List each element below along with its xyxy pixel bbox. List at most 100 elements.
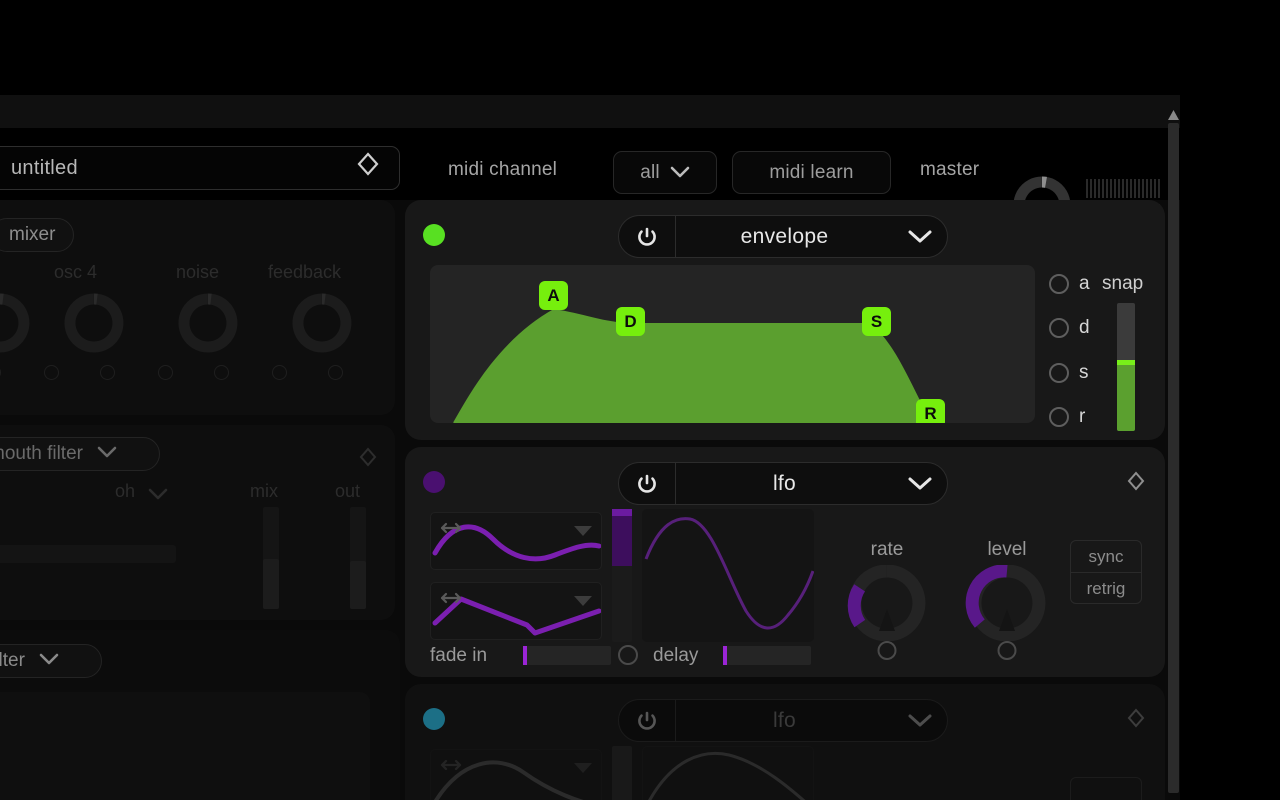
- radio-circle-icon: [1049, 407, 1069, 427]
- lfo-level-label: level: [987, 539, 1027, 560]
- lfo2-waveform-a-select[interactable]: [430, 749, 602, 800]
- preset-name: untitled: [11, 156, 78, 179]
- envelope-handle-sustain[interactable]: S: [862, 307, 891, 336]
- mouth-filter-title: mouth filter: [0, 443, 83, 464]
- mixer-knob-label-osc4: osc 4: [54, 262, 98, 282]
- lfo2-enable-dot[interactable]: [423, 708, 445, 730]
- envelope-handle-attack[interactable]: A: [539, 281, 568, 310]
- module-column: envelope A D S R a d s r snap lfo rate l…: [405, 200, 1165, 800]
- app-screen: untitled midi channel all midi learn mas…: [0, 0, 1280, 800]
- meter-row: [1086, 179, 1164, 198]
- lfo-waveform-b-select[interactable]: [430, 582, 602, 640]
- triangle-down-icon[interactable]: [573, 761, 593, 779]
- lfo-rate-label: rate: [870, 539, 904, 560]
- lfo-retrig-button[interactable]: retrig: [1071, 573, 1141, 603]
- lfo2-name: lfo: [772, 708, 797, 732]
- envelope-radio-a[interactable]: a: [1049, 273, 1090, 295]
- filter-graph[interactable]: [0, 692, 370, 800]
- envelope-side-controls: a d s r snap: [1045, 265, 1155, 431]
- vertical-scrollbar[interactable]: [1166, 107, 1182, 797]
- mouth-filter-xy-bar[interactable]: [0, 545, 176, 563]
- lfo-fade-in-label: fade in: [430, 645, 488, 666]
- radio-circle-icon: [1049, 363, 1069, 383]
- triangle-down-icon[interactable]: [573, 524, 593, 542]
- chevron-down-icon: [893, 229, 947, 244]
- lfo-waveform-preview[interactable]: [642, 509, 814, 642]
- lfo-fade-in-slider[interactable]: [523, 646, 611, 665]
- lfo-rate-knob[interactable]: rate: [845, 539, 929, 660]
- envelope-type-select[interactable]: envelope: [618, 215, 948, 258]
- preset-field[interactable]: untitled: [0, 146, 400, 190]
- module-envelope: envelope A D S R a d s r snap: [405, 200, 1165, 440]
- lfo-name: lfo: [772, 471, 797, 495]
- lfo-fade-in-mod-dot[interactable]: [618, 645, 638, 665]
- midi-learn-button[interactable]: midi learn: [732, 151, 891, 194]
- module-lfo: lfo rate level sync retrig fade in delay: [405, 447, 1165, 677]
- master-label: master: [920, 159, 980, 180]
- mixer-knob-row: [0, 285, 390, 360]
- envelope-radio-label-a: a: [1079, 273, 1090, 294]
- lfo2-stepper-icon[interactable]: [1127, 708, 1145, 734]
- midi-channel-value: all: [640, 161, 660, 183]
- filter-title: filter: [0, 650, 25, 671]
- envelope-graph[interactable]: A D S R: [430, 265, 1035, 423]
- lfo-delay-slider[interactable]: [723, 646, 811, 665]
- lfo2-waveform-preview[interactable]: [642, 746, 814, 800]
- lfo-type-select[interactable]: lfo: [618, 462, 948, 505]
- envelope-radio-d[interactable]: d: [1049, 317, 1090, 339]
- chevron-down-icon: [148, 487, 168, 505]
- preset-stepper-icon[interactable]: [357, 152, 379, 184]
- chevron-down-icon: [893, 713, 947, 728]
- radio-circle-icon: [1049, 318, 1069, 338]
- chevron-down-icon: [39, 652, 59, 670]
- mixer-title: mixer: [9, 224, 56, 245]
- left-right-arrows-icon[interactable]: [439, 521, 463, 540]
- envelope-handle-decay[interactable]: D: [616, 307, 645, 336]
- lfo-level-knob[interactable]: level: [965, 539, 1049, 660]
- mixer-card: mixer 3 osc 4 noise feedback: [0, 200, 395, 415]
- left-right-arrows-icon[interactable]: [439, 591, 463, 610]
- lfo-sync-retrig-group: sync retrig: [1070, 540, 1142, 604]
- module-lfo2: lfo: [405, 684, 1165, 800]
- envelope-handle-release[interactable]: R: [916, 399, 945, 423]
- envelope-radio-label-d: d: [1079, 317, 1090, 338]
- lfo2-type-select[interactable]: lfo: [618, 699, 948, 742]
- lfo-delay-label: delay: [653, 645, 699, 666]
- mouth-filter-title-pill[interactable]: mouth filter: [0, 437, 160, 471]
- lfo-enable-dot[interactable]: [423, 471, 445, 493]
- left-right-arrows-icon[interactable]: [439, 758, 463, 777]
- snap-slider[interactable]: [1117, 303, 1135, 431]
- lfo-stepper-icon[interactable]: [1127, 471, 1145, 497]
- midi-channel-select[interactable]: all: [613, 151, 717, 194]
- lfo-morph-fill: [612, 509, 632, 566]
- lfo-waveform-a-select[interactable]: [430, 512, 602, 570]
- snap-slider-fill: [1117, 363, 1135, 431]
- envelope-radio-r[interactable]: r: [1049, 406, 1085, 428]
- lfo-morph-slider[interactable]: [612, 509, 632, 642]
- power-icon[interactable]: [619, 700, 676, 741]
- window-titlebar[interactable]: [0, 95, 1180, 128]
- mouth-filter-card: mouth filter oh mix out: [0, 425, 395, 620]
- mouth-filter-out-slider[interactable]: [350, 507, 366, 609]
- filter-title-pill[interactable]: filter: [0, 644, 102, 678]
- plugin-window: untitled midi channel all midi learn mas…: [0, 95, 1180, 800]
- power-icon[interactable]: [619, 463, 676, 504]
- lfo2-morph-slider[interactable]: [612, 746, 632, 800]
- power-icon[interactable]: [619, 216, 676, 257]
- envelope-enable-dot[interactable]: [423, 224, 445, 246]
- mouth-filter-mix-slider[interactable]: [263, 507, 279, 609]
- triangle-down-icon[interactable]: [573, 594, 593, 612]
- lfo2-sync-retrig-group[interactable]: [1070, 777, 1142, 800]
- lfo-sync-button[interactable]: sync: [1071, 541, 1141, 573]
- envelope-radio-label-r: r: [1079, 406, 1086, 427]
- snap-slider-handle[interactable]: [1117, 360, 1135, 365]
- envelope-radio-s[interactable]: s: [1049, 362, 1089, 384]
- mixer-title-pill[interactable]: mixer: [0, 218, 75, 252]
- chevron-down-icon: [893, 476, 947, 491]
- mouth-filter-stepper-icon[interactable]: [359, 447, 377, 473]
- plugin-header: untitled midi channel all midi learn mas…: [0, 128, 1180, 234]
- scroll-thumb[interactable]: [1168, 123, 1179, 793]
- lfo-level-mod-dot[interactable]: [997, 641, 1017, 660]
- lfo-morph-handle[interactable]: [612, 509, 632, 516]
- lfo-rate-mod-dot[interactable]: [877, 641, 897, 660]
